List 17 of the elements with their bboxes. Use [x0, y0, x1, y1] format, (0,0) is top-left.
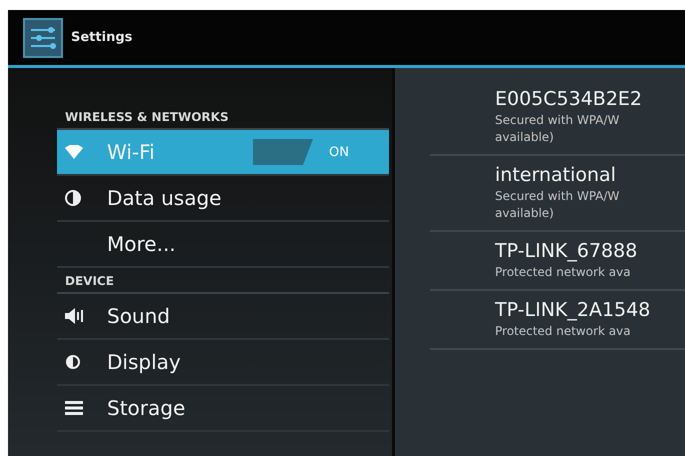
network-item[interactable]: TP-LINK_2A1548 Protected network ava [430, 291, 685, 350]
sliders-icon[interactable] [23, 18, 63, 58]
settings-item[interactable]: Data usage [57, 176, 389, 222]
network-item[interactable]: E005C534B2E2 Secured with WPA/W available) [430, 80, 685, 156]
app-title: Settings [71, 30, 132, 45]
settings-item[interactable]: More... [57, 222, 389, 268]
wifi-icon [65, 145, 83, 159]
settings-item[interactable]: Storage [57, 386, 389, 432]
settings-item[interactable]: Sound [57, 294, 389, 340]
network-item[interactable]: international Secured with WPA/W available) [430, 156, 685, 232]
storage-icon [65, 401, 83, 415]
network-item[interactable]: TP-LINK_67888 Protected network ava [430, 232, 685, 291]
speaker-icon [65, 308, 85, 324]
settings-item[interactable]: Display [57, 340, 389, 386]
brightness-icon [65, 354, 81, 370]
pie-chart-icon [65, 190, 81, 206]
section-header: DEVICE [57, 268, 389, 294]
